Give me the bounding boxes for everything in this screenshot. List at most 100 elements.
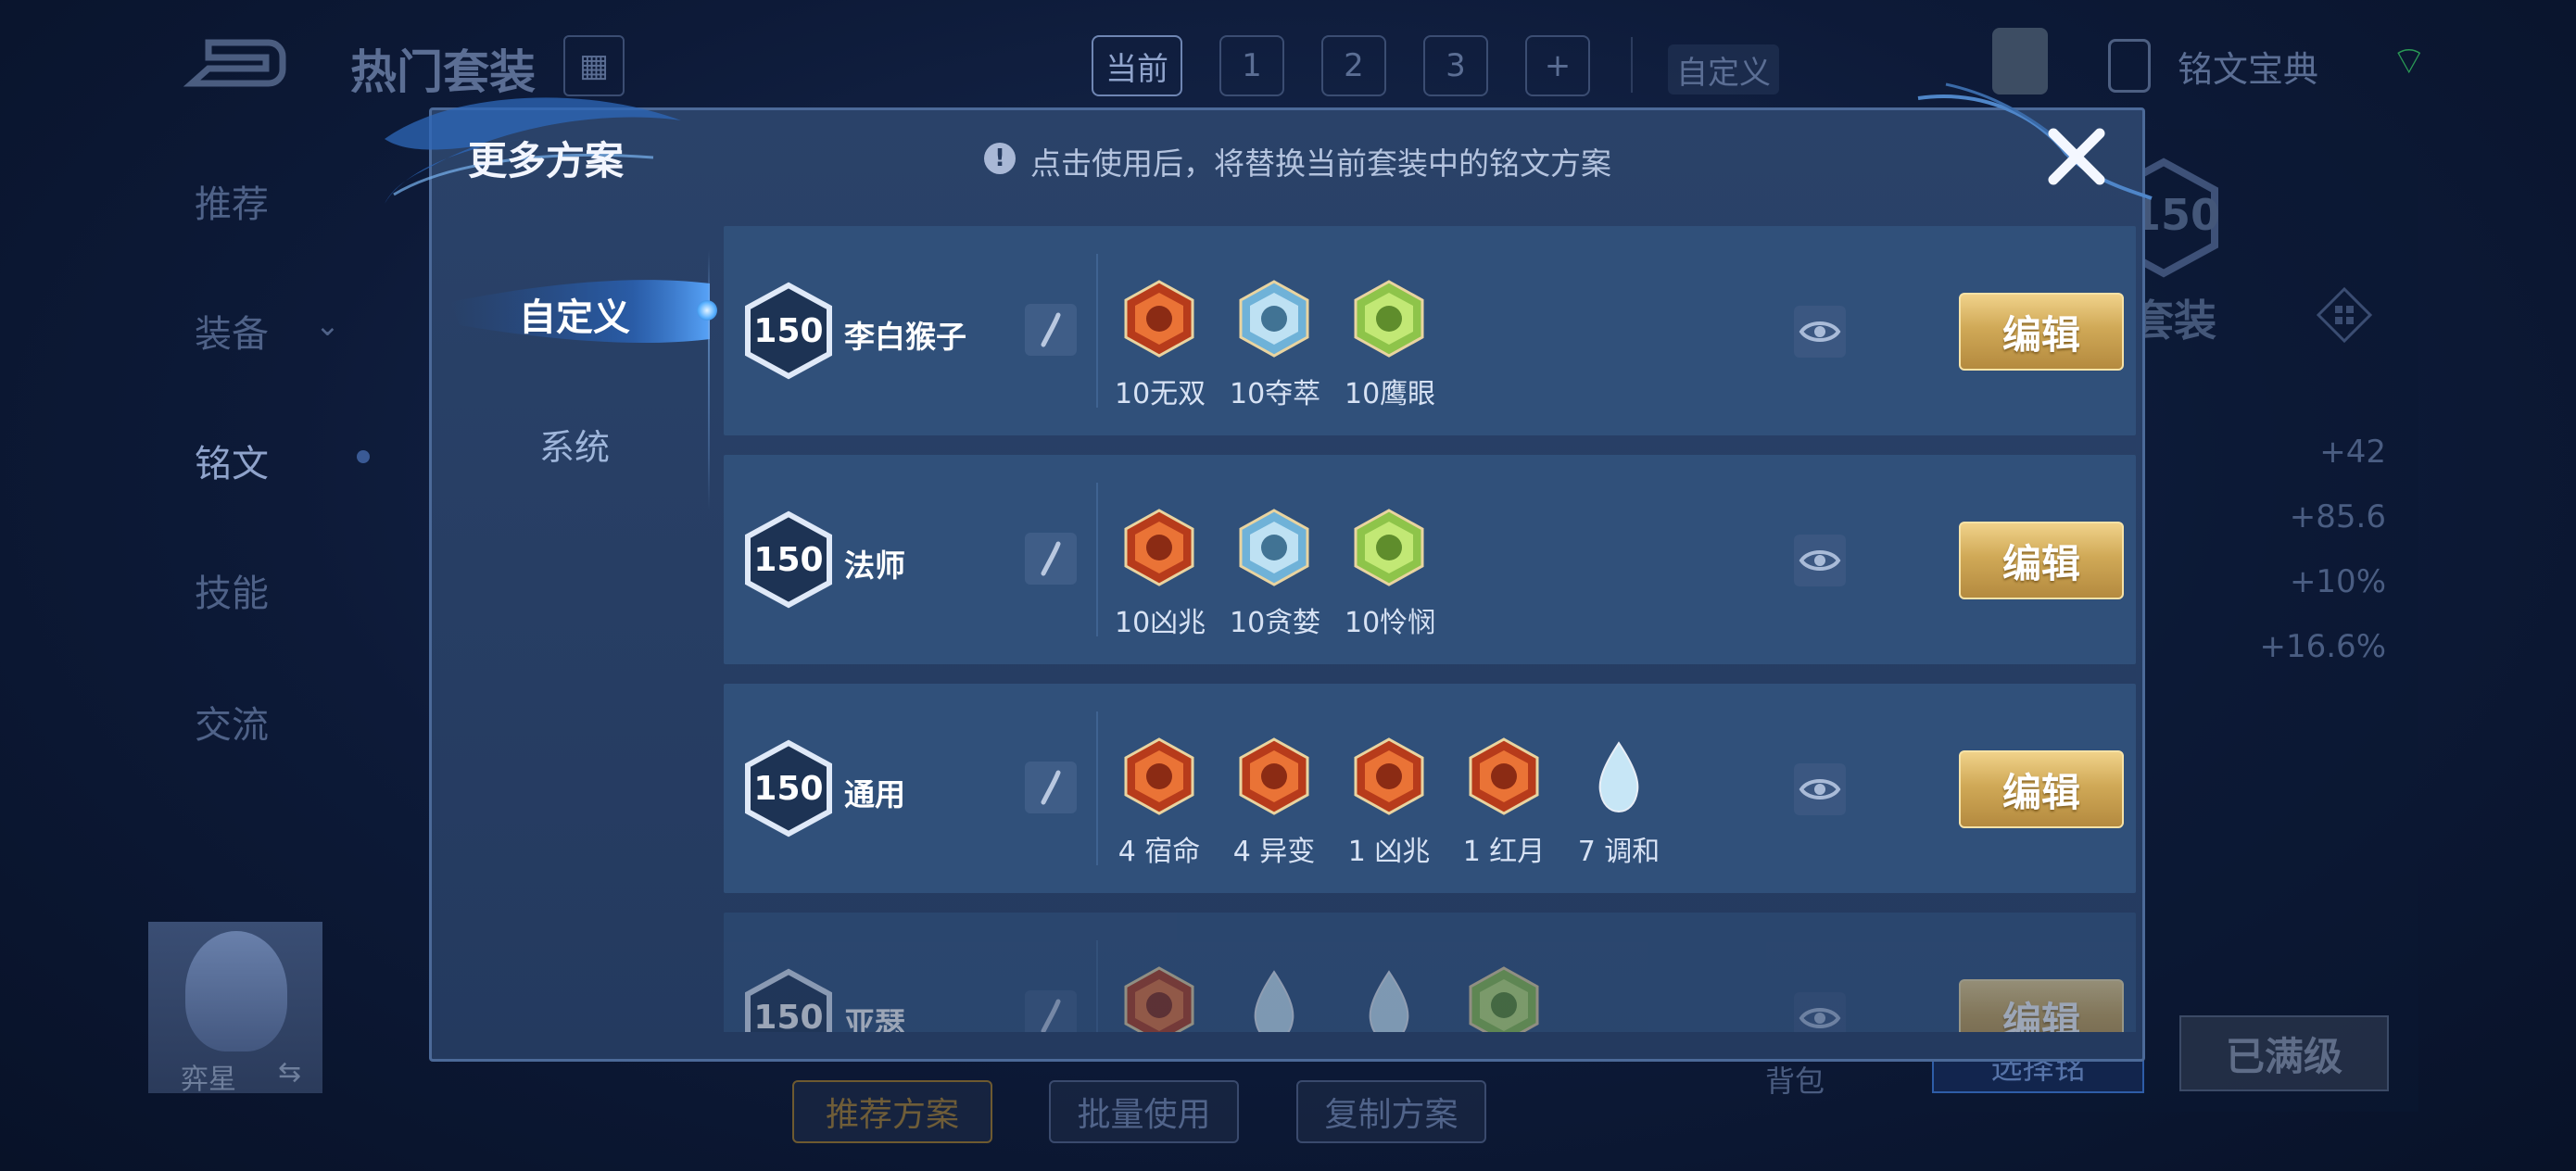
diamond-grid-icon[interactable] [2317, 287, 2372, 343]
info-icon: ! [984, 143, 1016, 174]
close-icon[interactable] [2044, 124, 2109, 189]
gem-list: 10无双 10夺萃 10鹰眼 [1115, 272, 1436, 411]
side-item-skills[interactable]: 技能 [195, 563, 269, 617]
bg-divider [1631, 37, 1633, 93]
side-item-inscription[interactable]: 铭文 [195, 434, 269, 487]
back-arrow-icon[interactable] [181, 35, 287, 91]
inscription-gem [1230, 959, 1319, 1032]
plan-level: 150 [753, 312, 824, 350]
hero-portrait [185, 931, 287, 1051]
tab-1[interactable]: 1 [1219, 35, 1284, 96]
edit-button[interactable]: 编辑 [1959, 750, 2124, 828]
bg-custom-tab[interactable]: 自定义 [1668, 44, 1779, 94]
green-inscription-icon [1459, 959, 1548, 1032]
inscription-gem [1459, 959, 1548, 1032]
eye-icon[interactable] [1794, 763, 1846, 815]
inscription-gem: 10凶兆 [1115, 501, 1206, 640]
gem-list: 10凶兆 10贪婪 10怜悯 [1115, 501, 1435, 640]
blue-inscription-icon [1574, 730, 1663, 823]
pencil-icon[interactable] [1025, 533, 1077, 585]
side-item-recommend[interactable]: 推荐 [195, 174, 269, 228]
blue-inscription-icon [1345, 959, 1433, 1032]
nav-separator [708, 250, 710, 510]
pencil-icon[interactable] [1025, 304, 1077, 356]
batch-use-button[interactable]: 批量使用 [1049, 1080, 1239, 1143]
bg-stat-1: +42 [2319, 434, 2386, 471]
eye-icon[interactable] [1794, 306, 1846, 358]
active-dot-icon [357, 450, 370, 463]
gem-label: 1 凶兆 [1347, 836, 1431, 868]
inscription-gem: 10无双 [1115, 272, 1206, 411]
inscription-gem: 10贪婪 [1230, 501, 1321, 640]
bg-set-tabs: 当前 1 2 3 + [1092, 35, 1590, 96]
blue-inscription-icon [1230, 501, 1319, 594]
inscription-gem: 4 异变 [1230, 730, 1319, 869]
red-inscription-icon [1345, 730, 1433, 823]
active-dot-icon [697, 300, 717, 321]
nav-tab-system[interactable]: 系统 [539, 419, 610, 470]
green-inscription-icon [1345, 272, 1433, 365]
plan-name: 亚瑟 [844, 1005, 905, 1032]
inscription-gem: 1 凶兆 [1345, 730, 1433, 869]
gem-label: 10无双 [1115, 378, 1206, 410]
plan-name: 通用 [844, 776, 905, 812]
gem-label: 1 红月 [1462, 836, 1546, 868]
pencil-icon[interactable] [1025, 762, 1077, 813]
plan-list: 150 李白猴子 10无双 10夺萃 10鹰眼 编辑 150 法师 10凶兆 1… [724, 226, 2136, 1032]
tab-3[interactable]: 3 [1423, 35, 1488, 96]
gem-label: 4 异变 [1232, 836, 1316, 868]
row-divider [1096, 940, 1098, 1032]
book-label[interactable]: 铭文宝典 [2178, 41, 2318, 92]
inscription-gem: 10鹰眼 [1345, 272, 1436, 411]
side-item-community[interactable]: 交流 [195, 695, 269, 749]
gem-label: 10贪婪 [1230, 607, 1321, 639]
wifi-icon: ⌔ [2391, 38, 2428, 83]
edit-button[interactable]: 编辑 [1959, 293, 2124, 371]
pencil-icon[interactable] [1025, 990, 1077, 1032]
plan-row[interactable]: 150 通用 4 宿命 4 异变 1 凶兆 1 红月 7 调和 编辑 [724, 684, 2136, 893]
inscription-gem: 10夺萃 [1230, 272, 1321, 411]
gem-label: 10鹰眼 [1345, 378, 1436, 410]
recommend-plan-button[interactable]: 推荐方案 [792, 1080, 992, 1143]
tab-add[interactable]: + [1525, 35, 1590, 96]
gem-list: 4 宿命 4 异变 1 凶兆 1 红月 7 调和 [1115, 730, 1663, 869]
edit-button[interactable]: 编辑 [1959, 979, 2124, 1032]
hero-name: 弈星 [181, 1064, 236, 1096]
side-item-equipment[interactable]: 装备 [195, 304, 269, 358]
inscription-gem: 7 调和 [1574, 730, 1663, 869]
bg-stat-4: +16.6% [2259, 628, 2387, 665]
inscription-gem: 1 红月 [1459, 730, 1548, 869]
notice-text: 点击使用后，将替换当前套装中的铭文方案 [1030, 145, 1611, 182]
tab-2[interactable]: 2 [1321, 35, 1386, 96]
tab-current[interactable]: 当前 [1092, 35, 1182, 96]
blue-inscription-icon [1230, 272, 1319, 365]
plan-row[interactable]: 150 亚瑟 编辑 [724, 913, 2136, 1032]
plan-name: 李白猴子 [844, 319, 966, 355]
nav-tab-custom[interactable]: 自定义 [519, 287, 630, 341]
inscription-gem [1345, 959, 1433, 1032]
swoosh-decoration-right [1917, 82, 2153, 200]
plan-level: 150 [753, 770, 824, 808]
plan-name: 法师 [844, 548, 905, 584]
gem-label: 10夺萃 [1230, 378, 1321, 410]
inscription-gem: 4 宿命 [1115, 730, 1204, 869]
row-divider [1096, 254, 1098, 408]
plan-row[interactable]: 150 法师 10凶兆 10贪婪 10怜悯 编辑 [724, 455, 2136, 664]
gem-label: 10凶兆 [1115, 607, 1206, 639]
red-inscription-icon [1459, 730, 1548, 823]
bg-stat-2: +85.6 [2289, 498, 2386, 535]
full-level-button[interactable]: 已满级 [2179, 1015, 2389, 1091]
eye-icon[interactable] [1794, 535, 1846, 586]
modal-title: 更多方案 [468, 138, 625, 183]
plan-row[interactable]: 150 李白猴子 10无双 10夺萃 10鹰眼 编辑 [724, 226, 2136, 435]
bag-label[interactable]: 背包 [1765, 1058, 1825, 1101]
inscription-gem [1115, 959, 1204, 1032]
swap-icon[interactable]: ⇆ [278, 1056, 301, 1089]
plan-level: 150 [753, 541, 824, 579]
edit-button[interactable]: 编辑 [1959, 522, 2124, 599]
eye-icon[interactable] [1794, 992, 1846, 1032]
gem-label: 4 宿命 [1118, 836, 1201, 868]
copy-plan-button[interactable]: 复制方案 [1296, 1080, 1486, 1143]
bg-stat-3: +10% [2289, 563, 2386, 600]
gem-list [1115, 959, 1548, 1032]
